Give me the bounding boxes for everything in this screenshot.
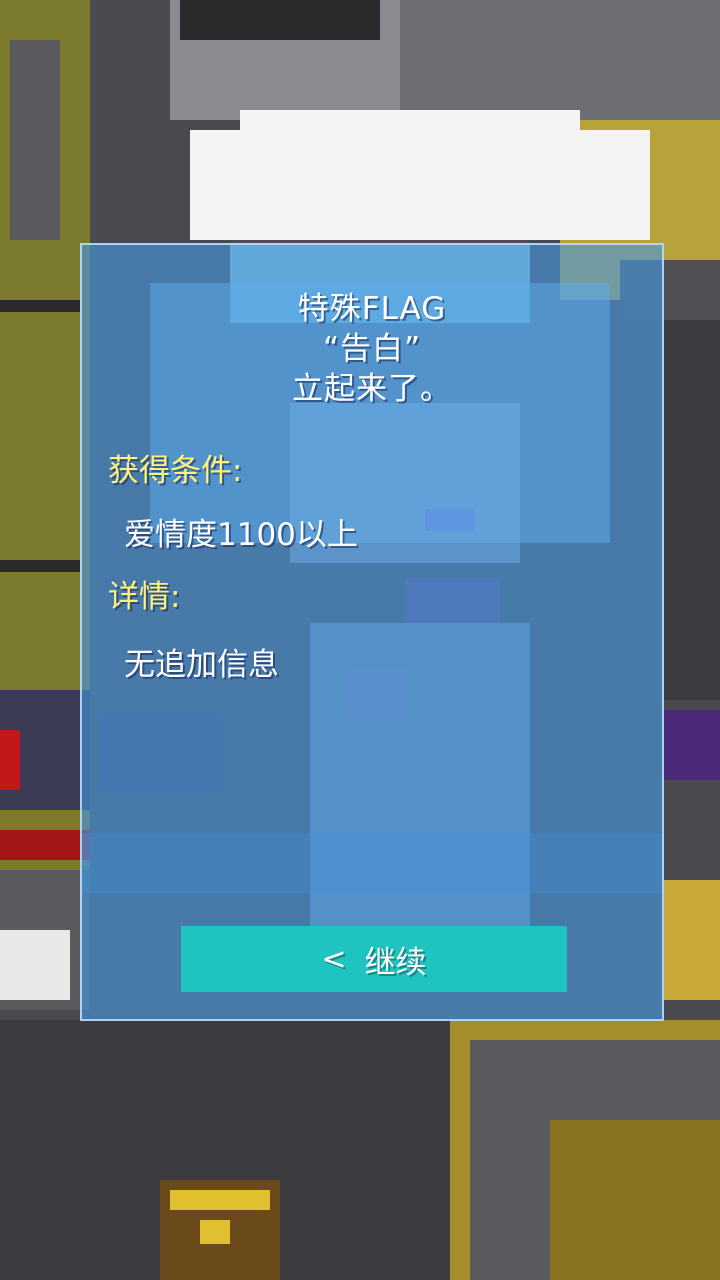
condition-label: 获得条件: xyxy=(108,453,243,489)
dialog-title-line3: 立起来了。 xyxy=(292,371,452,407)
flag-dialog: 特殊FLAG “告白” 立起来了。 获得条件: 爱情度1100以上 详情: 无追… xyxy=(80,243,664,1021)
chevron-left-icon: < xyxy=(321,941,347,977)
continue-label: 继续 xyxy=(364,944,427,981)
dialog-title-line1: 特殊FLAG xyxy=(297,291,447,327)
detail-value: 无追加信息 xyxy=(124,647,279,683)
game-screen: 特殊FLAG “告白” 立起来了。 获得条件: 爱情度1100以上 详情: 无追… xyxy=(0,0,720,1280)
continue-button[interactable]: < 继续 xyxy=(181,926,567,992)
condition-value: 爱情度1100以上 xyxy=(124,517,358,553)
dialog-title-line2: “告白” xyxy=(322,331,422,367)
detail-label: 详情: xyxy=(108,579,181,615)
